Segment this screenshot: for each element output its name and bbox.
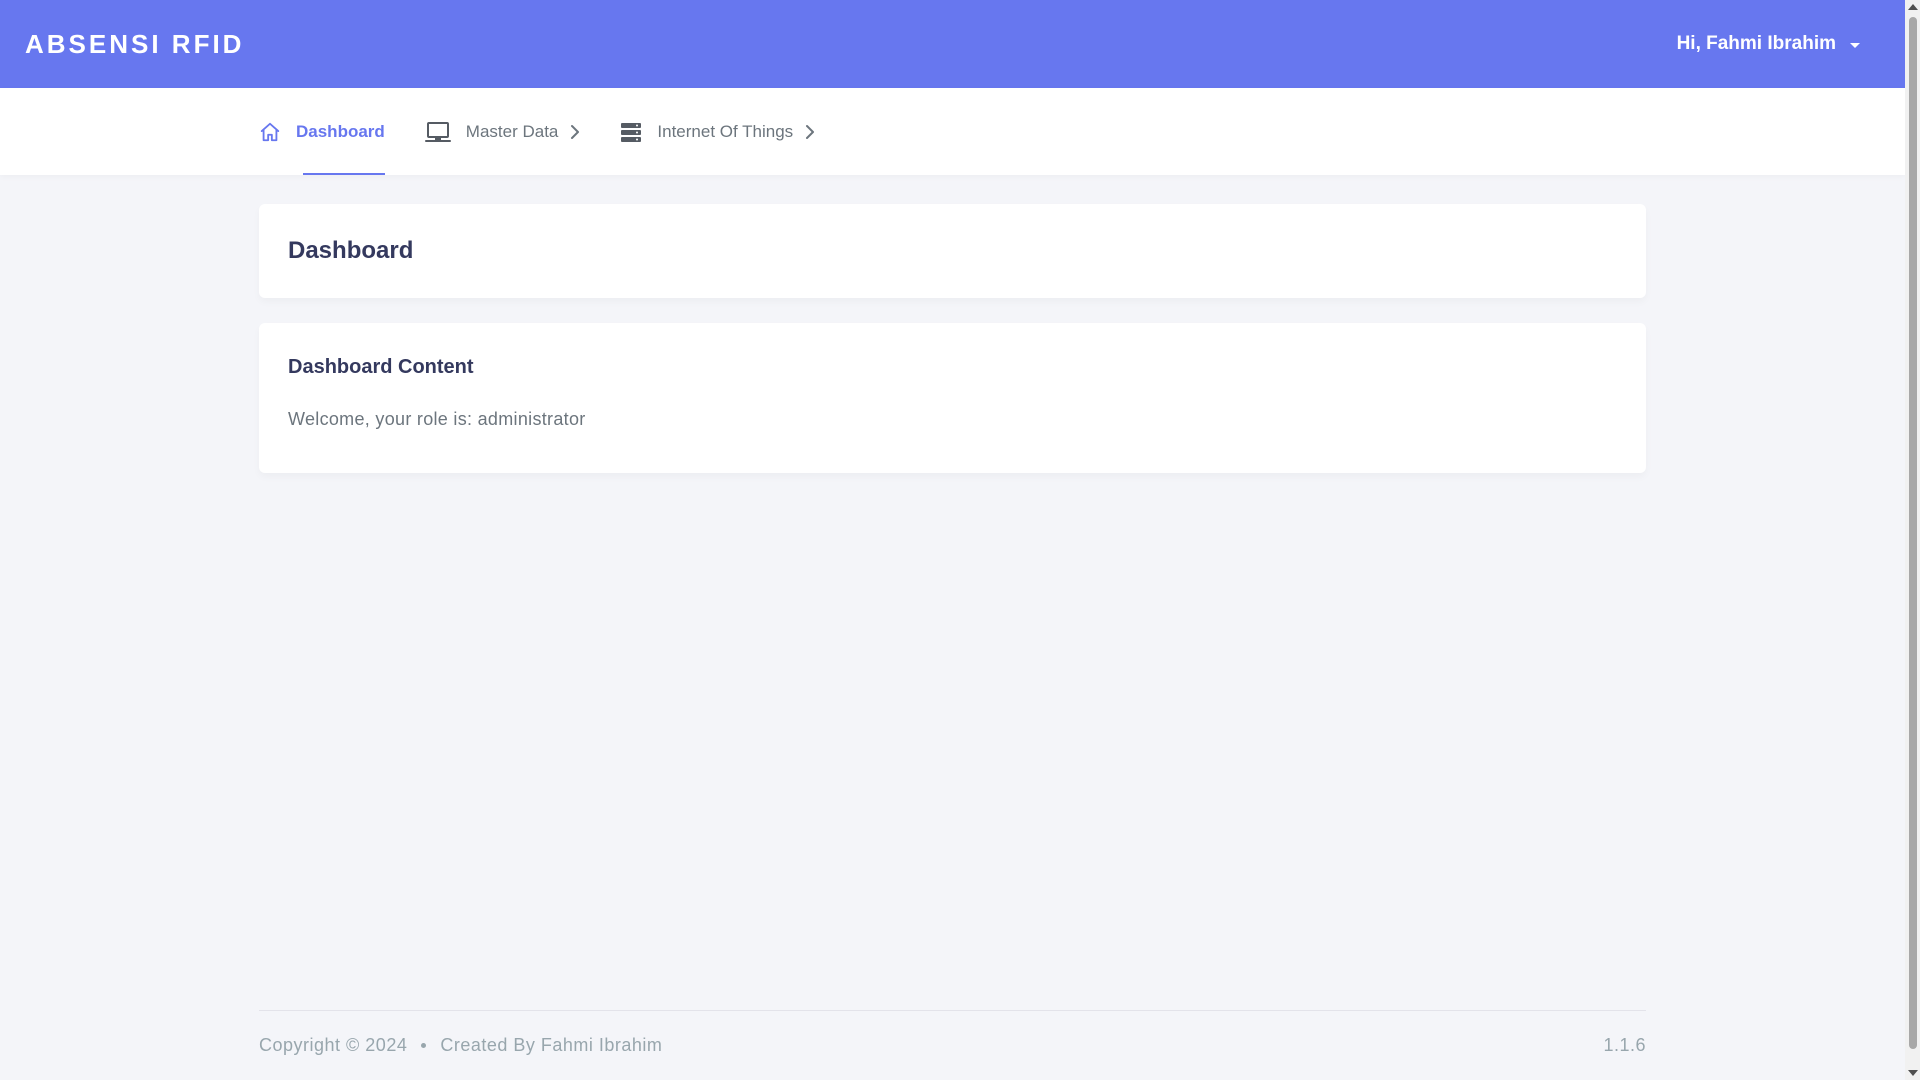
content-area: ABSENSI RFID Hi, Fahmi Ibrahim Dashboard xyxy=(0,0,1905,1080)
app: ABSENSI RFID Hi, Fahmi Ibrahim Dashboard xyxy=(0,0,1920,1080)
chevron-right-icon xyxy=(570,124,580,140)
home-icon xyxy=(259,121,281,143)
nav-item-label: Master Data xyxy=(465,121,559,141)
welcome-text: Welcome, your role is: administrator xyxy=(288,409,586,429)
user-greeting: Hi, Fahmi Ibrahim xyxy=(1676,33,1836,54)
top-header: ABSENSI RFID Hi, Fahmi Ibrahim xyxy=(0,0,1905,88)
server-icon xyxy=(620,121,642,143)
page-scrollbar[interactable] xyxy=(1905,0,1920,1080)
nav-item-master-data[interactable]: Master Data xyxy=(424,88,581,175)
page-footer: Copyright © 2024 Created By Fahmi Ibrahi… xyxy=(259,1010,1646,1080)
copyright-text: Copyright © 2024 xyxy=(259,1035,408,1055)
page-title: Dashboard xyxy=(288,237,414,264)
chevron-right-icon xyxy=(805,124,815,140)
nav-item-internet-of-things[interactable]: Internet Of Things xyxy=(620,88,815,175)
active-indicator xyxy=(303,173,385,175)
scroll-thumb[interactable] xyxy=(1909,17,1917,1049)
brand-logo[interactable]: ABSENSI RFID xyxy=(25,29,244,60)
dashboard-content-card: Dashboard Content Welcome, your role is:… xyxy=(259,323,1646,473)
main-nav: Dashboard Master Data Internet Of Things xyxy=(0,88,1905,175)
card-title: Dashboard Content xyxy=(288,356,474,378)
caret-down-icon xyxy=(1850,42,1860,48)
nav-item-dashboard[interactable]: Dashboard xyxy=(259,88,385,175)
user-menu-dropdown[interactable]: Hi, Fahmi Ibrahim xyxy=(1677,33,1860,55)
nav-inner: Dashboard Master Data Internet Of Things xyxy=(259,88,855,175)
monitor-icon xyxy=(424,121,451,143)
version-text: 1.1.6 xyxy=(1603,1035,1646,1055)
page-header-card: Dashboard xyxy=(259,204,1646,298)
nav-item-label: Dashboard xyxy=(296,121,385,141)
scroll-up-arrow-icon[interactable] xyxy=(1908,4,1918,10)
scroll-down-arrow-icon[interactable] xyxy=(1908,1070,1918,1076)
created-by-text: Created By Fahmi Ibrahim xyxy=(440,1035,663,1055)
bullet-separator xyxy=(421,1043,427,1048)
nav-item-label: Internet Of Things xyxy=(657,121,794,141)
footer-left: Copyright © 2024 Created By Fahmi Ibrahi… xyxy=(259,1035,662,1056)
